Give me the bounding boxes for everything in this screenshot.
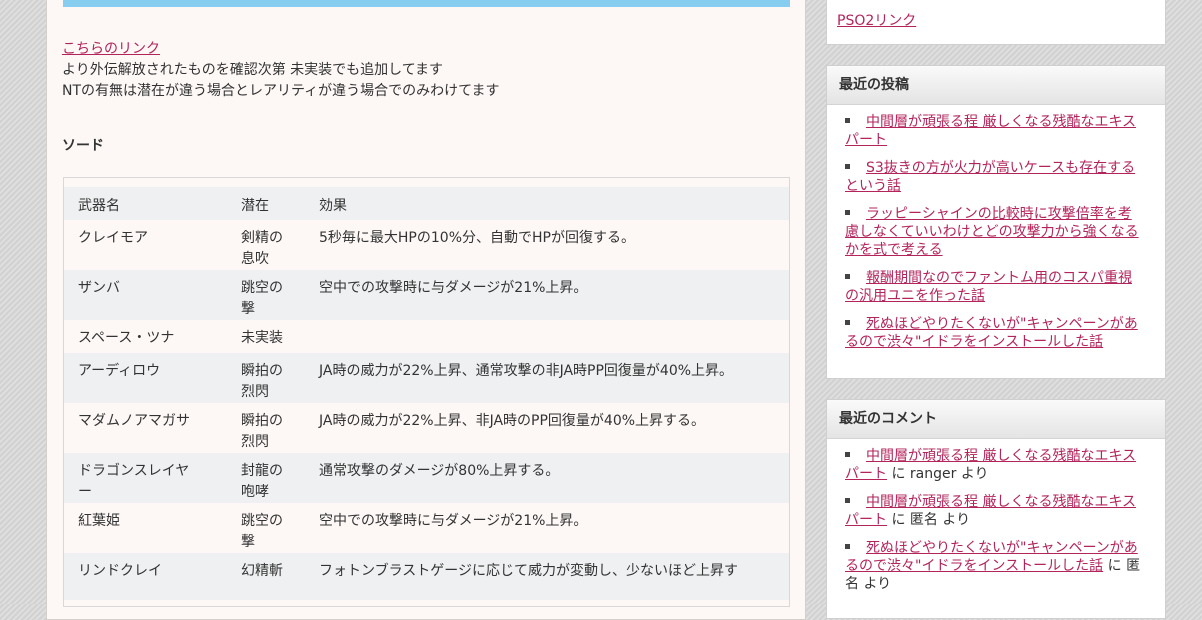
reference-link[interactable]: こちらのリンク [62,41,160,57]
comment-author-text: に ranger より [887,466,989,482]
weapon-potential: 跳空の撃 [241,513,283,550]
bullet-icon [845,451,850,457]
bullet-icon [845,209,850,215]
weapon-name: スペース・ツナ [78,330,175,346]
recent-post-link[interactable]: 報酬期間なのでファントム用のコスパ重視の汎用ユニを作った話 [845,270,1132,304]
recent-comments-widget: 最近のコメント 中間層が頑張る程 厳しくなる残酷なエキスパート に ranger… [826,399,1166,619]
links-widget: PSO2リンク [826,0,1166,45]
table-header-row: 武器名 潜在 効果 [63,187,790,220]
weapon-name: 紅葉姫 [78,513,120,529]
weapon-effect: JA時の威力が22%上昇、非JA時のPP回復量が40%上昇する。 [319,413,706,429]
pso2-link[interactable]: PSO2リンク [837,13,916,29]
weapon-name: マダムノアマガサ [78,413,190,429]
weapon-name: リンドクレイ [78,563,162,579]
weapon-name: ザンバ [78,280,120,296]
column-header-potential: 潜在 [241,198,269,214]
weapon-effect: フォトンブラストゲージに応じて威力が変動し、少ないほど上昇す [319,563,739,579]
weapon-potential: 未実装 [241,330,283,346]
recent-posts-widget: 最近の投稿 中間層が頑張る程 厳しくなる残酷なエキスパート S3抜きの方が火力が… [826,65,1166,379]
weapon-potential: 瞬拍の 烈閃 [241,413,283,450]
weapon-effect: 空中での攻撃時に与ダメージが21%上昇。 [319,513,588,529]
recent-posts-title: 最近の投稿 [827,66,1165,105]
recent-post-link[interactable]: S3抜きの方が火力が高いケースも存在するという話 [845,160,1135,194]
intro-line-1: より外伝解放されたものを確認次第 未実装でも追加してます [62,62,444,78]
bullet-icon [845,543,850,549]
weapon-potential: 幻精斬 [241,563,283,579]
table-row: マダムノアマガサ 瞬拍の 烈閃 JA時の威力が22%上昇、非JA時のPP回復量が4… [63,403,790,453]
header-banner-bar [63,0,790,7]
comment-post-link[interactable]: 死ぬほどやりたくないが"キャンペーンがあるので渋々"イドラをインストールした話 [845,540,1138,574]
bullet-icon [845,273,850,279]
weapon-effect: JA時の威力が22%上昇、通常攻撃の非JA時PP回復量が40%上昇。 [319,363,734,379]
weapon-potential: 跳空の撃 [241,280,283,317]
table-row: スペース・ツナ 未実装 [63,320,790,353]
bullet-icon [845,117,850,123]
bullet-icon [845,163,850,169]
weapon-name: ドラゴンスレイヤー [78,463,190,500]
weapon-name: アーディロウ [78,363,161,379]
list-item: S3抜きの方が火力が高いケースも存在するという話 [845,159,1145,195]
column-header-effect: 効果 [319,198,347,214]
list-item: ラッピーシャインの比較時に攻撃倍率を考慮しなくていいわけとどの攻撃力から強くなる… [845,205,1145,259]
list-item: 報酬期間なのでファントム用のコスパ重視の汎用ユニを作った話 [845,269,1145,305]
weapon-potential: 瞬拍の 烈閃 [241,363,283,400]
bullet-icon [845,497,850,503]
table-row: クレイモア 剣精の 息吹 5秒毎に最大HPの10%分、自動でHPが回復する。 [63,220,790,270]
recent-post-link[interactable]: ラッピーシャインの比較時に攻撃倍率を考慮しなくていいわけとどの攻撃力から強くなる… [845,206,1139,258]
table-row: ドラゴンスレイヤー 封龍の 咆哮 通常攻撃のダメージが80%上昇する。 [63,453,790,503]
table-row: リンドクレイ 幻精斬 フォトンブラストゲージに応じて威力が変動し、少ないほど上昇… [63,553,790,600]
weapon-name: クレイモア [78,230,148,246]
list-item: 中間層が頑張る程 厳しくなる残酷なエキスパート [845,113,1145,149]
list-item: 死ぬほどやりたくないが"キャンペーンがあるので渋々"イドラをインストールした話 [845,315,1145,351]
weapon-table: 武器名 潜在 効果 クレイモア 剣精の 息吹 5秒毎に最大HPの10%分、自動でH… [63,187,790,600]
section-heading-sword: ソード [62,138,104,154]
recent-post-link[interactable]: 死ぬほどやりたくないが"キャンペーンがあるので渋々"イドラをインストールした話 [845,316,1138,350]
recent-comments-list: 中間層が頑張る程 厳しくなる残酷なエキスパート に ranger より 中間層が… [827,439,1165,593]
main-content: こちらのリンク より外伝解放されたものを確認次第 未実装でも追加してます NTの… [46,0,806,620]
recent-comments-title: 最近のコメント [827,400,1165,439]
list-item: 中間層が頑張る程 厳しくなる残酷なエキスパート に 匿名 より [845,493,1145,529]
recent-posts-list: 中間層が頑張る程 厳しくなる残酷なエキスパート S3抜きの方が火力が高いケースも… [827,105,1165,351]
comment-author-text: に 匿名 より [887,512,971,528]
weapon-effect: 空中での攻撃時に与ダメージが21%上昇。 [319,280,588,296]
table-row: ザンバ 跳空の撃 空中での攻撃時に与ダメージが21%上昇。 [63,270,790,320]
weapon-effect: 通常攻撃のダメージが80%上昇する。 [319,463,560,479]
table-row: 紅葉姫 跳空の撃 空中での攻撃時に与ダメージが21%上昇。 [63,503,790,553]
intro-text: こちらのリンク より外伝解放されたものを確認次第 未実装でも追加してます NTの… [62,39,499,102]
weapon-potential: 剣精の 息吹 [241,230,283,267]
weapon-potential: 封龍の 咆哮 [241,463,283,500]
bullet-icon [845,319,850,325]
weapon-effect [307,320,790,353]
recent-post-link[interactable]: 中間層が頑張る程 厳しくなる残酷なエキスパート [845,114,1136,148]
column-header-weapon-name: 武器名 [78,198,120,214]
weapon-effect: 5秒毎に最大HPの10%分、自動でHPが回復する。 [319,230,635,246]
intro-line-2: NTの有無は潜在が違う場合とレアリティが違う場合でのみわけてます [62,83,500,99]
list-item: 死ぬほどやりたくないが"キャンペーンがあるので渋々"イドラをインストールした話 … [845,539,1145,593]
list-item: 中間層が頑張る程 厳しくなる残酷なエキスパート に ranger より [845,447,1145,483]
table-row: アーディロウ 瞬拍の 烈閃 JA時の威力が22%上昇、通常攻撃の非JA時PP回復量… [63,353,790,403]
